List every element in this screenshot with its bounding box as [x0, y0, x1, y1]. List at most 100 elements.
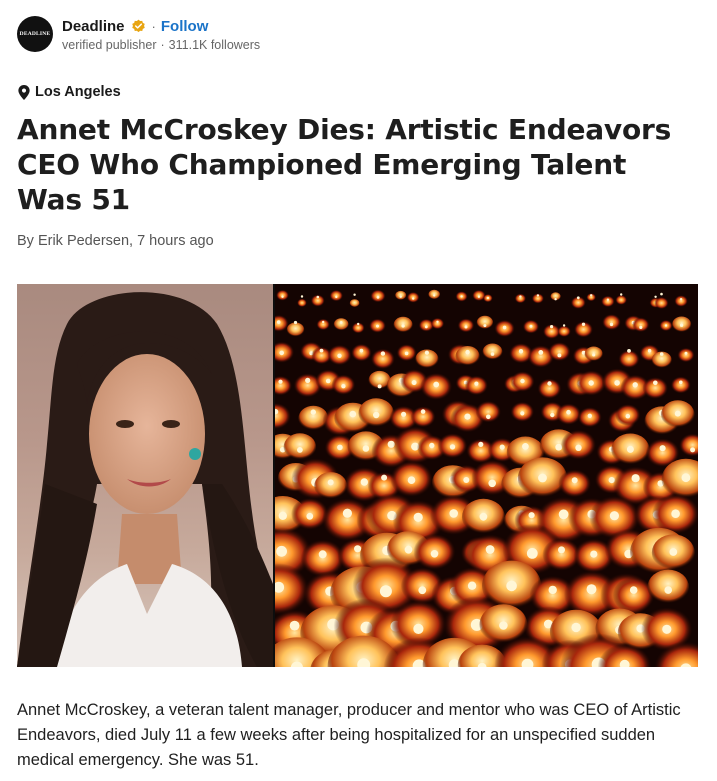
candle-flame [547, 381, 552, 386]
candle-flame [306, 512, 314, 520]
candle-flame [538, 473, 547, 483]
candle-flame [684, 351, 688, 355]
candle-flame [467, 581, 477, 590]
candle-flame [671, 509, 680, 518]
candle-flame [276, 320, 281, 324]
candle-flame [626, 445, 634, 453]
candle-flame [502, 325, 507, 330]
candle-flame [664, 586, 672, 594]
publisher-header: DEADLINE Deadline · Follow verified publ… [17, 14, 260, 54]
candle-flame [436, 320, 439, 323]
candle-flame [279, 350, 284, 356]
candle-flame [576, 296, 580, 300]
candle-flame [629, 586, 638, 594]
portrait-illustration [17, 292, 273, 667]
candle-glow [602, 314, 621, 331]
candle-glow [654, 296, 669, 310]
candle-flame [362, 445, 370, 452]
candle-glow [601, 295, 615, 308]
candle-flame [548, 585, 557, 595]
candle-flame [449, 444, 456, 450]
candle-flame [376, 324, 379, 328]
candle-flame [479, 512, 488, 521]
candle-flame [536, 294, 540, 297]
location-label: Los Angeles [35, 84, 121, 100]
candle-flame [401, 411, 407, 417]
candle-flame [681, 473, 691, 483]
candle-glow [670, 376, 691, 394]
candle-flame [690, 447, 696, 453]
candle-flame [571, 622, 581, 633]
candle-flame [575, 444, 582, 451]
candle-flame [522, 443, 529, 450]
candle-flame [335, 295, 338, 299]
candle-flame [499, 444, 505, 450]
publisher-info: Deadline · Follow verified publisher · 311… [62, 16, 260, 53]
publisher-name-row: Deadline · Follow [62, 16, 260, 36]
candle-glow [642, 377, 669, 399]
candle-flame [360, 478, 368, 486]
candle-flame [529, 324, 533, 328]
candle-flame [404, 545, 413, 554]
candle-flame [310, 409, 316, 415]
candle-flame [337, 444, 343, 451]
candle-flame [520, 411, 525, 416]
candle-flame [357, 322, 360, 326]
candle-flame [424, 350, 429, 355]
candle-flame [659, 352, 664, 356]
publisher-name[interactable]: Deadline [62, 18, 125, 35]
candle-flame [506, 580, 517, 592]
candle-glow [558, 469, 592, 498]
candle-flame [558, 546, 565, 554]
candle-flame [566, 409, 571, 415]
candle-flame [412, 297, 415, 300]
follower-count: 311.1K followers [168, 38, 261, 52]
candle-flame [381, 474, 388, 481]
candle-flame [588, 380, 594, 386]
candle-glow [457, 318, 475, 333]
candle-glow [349, 299, 360, 308]
candle-flame [662, 624, 672, 634]
candle-flame [499, 621, 508, 630]
hero-image[interactable] [17, 284, 698, 667]
candle-flame [654, 295, 657, 298]
candle-flame [659, 445, 666, 452]
candle-flame [614, 380, 620, 386]
article-byline: By Erik Pedersen, 7 hours ago [17, 233, 214, 249]
candle-glow [632, 317, 650, 333]
candle-flame [557, 353, 562, 358]
candle-flame [449, 509, 458, 518]
candle-flame [679, 323, 684, 327]
candle-flame [660, 292, 663, 296]
candle-flame [413, 623, 424, 634]
article-headline[interactable]: Annet McCroskey Dies: Artistic Endeavors… [17, 112, 697, 217]
location-pin-icon [18, 84, 30, 100]
article-body: Annet McCroskey, a veteran talent manage… [17, 701, 681, 769]
follow-button[interactable]: Follow [161, 18, 209, 35]
candle-flame [349, 410, 357, 418]
candle-flame [289, 620, 300, 631]
candles-illustration [275, 284, 698, 667]
candle-flame [474, 381, 479, 386]
candle-flame [420, 409, 426, 414]
candle-flame [586, 584, 597, 595]
candle-flame [538, 350, 544, 355]
candle-flame [342, 508, 352, 518]
candle-flame [519, 295, 522, 298]
candle-flame [669, 548, 678, 556]
publisher-meta: verified publisher · 311.1K followers [62, 38, 260, 52]
candle-flame [325, 378, 331, 384]
candle-flame [590, 550, 598, 558]
candle-flame [297, 447, 303, 453]
candle-flame [674, 410, 681, 417]
candle-flame [464, 413, 471, 420]
publisher-logo[interactable]: DEADLINE [17, 16, 53, 52]
candle-flame [562, 324, 566, 327]
candle-flame [318, 550, 327, 559]
candle-flame [278, 379, 283, 384]
candle-flame [413, 512, 423, 522]
candle-flame [486, 414, 491, 420]
candle-flame [478, 441, 484, 447]
candle-flame [639, 325, 643, 329]
candle-flame [418, 586, 427, 595]
